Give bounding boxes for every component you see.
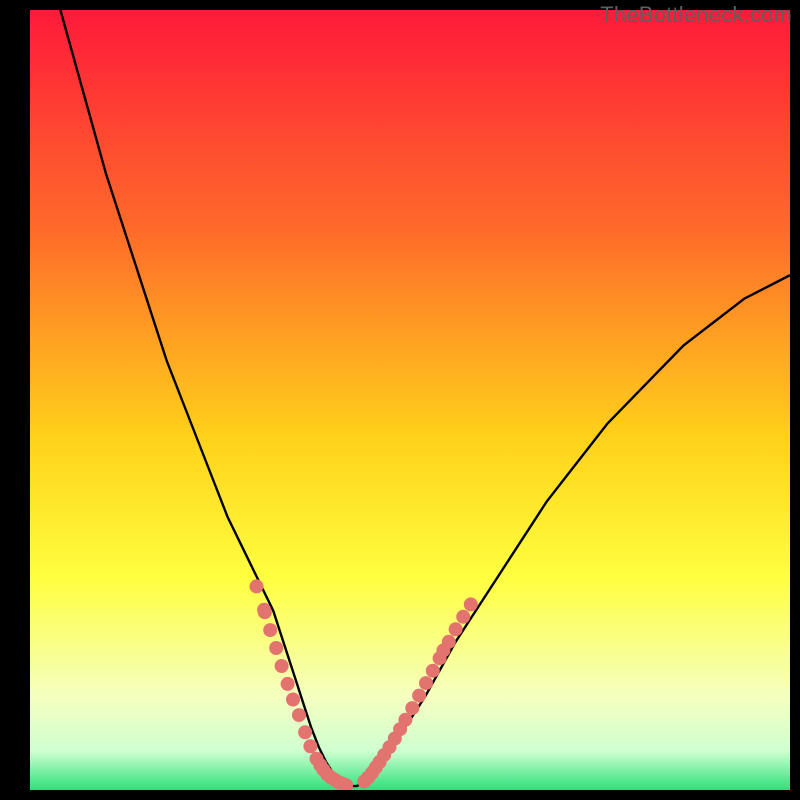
data-dot	[250, 579, 264, 593]
data-dot	[449, 622, 463, 636]
data-dot	[426, 664, 440, 678]
data-dot	[398, 713, 412, 727]
data-dot	[269, 641, 283, 655]
data-dot	[298, 725, 312, 739]
data-dot	[442, 635, 456, 649]
data-dot	[258, 605, 272, 619]
gradient-bg	[30, 10, 790, 790]
data-dot	[275, 659, 289, 673]
data-dot	[263, 623, 277, 637]
data-dot	[412, 689, 426, 703]
data-dot	[281, 677, 295, 691]
data-dot	[456, 610, 470, 624]
attribution-text: TheBottleneck.com	[600, 2, 792, 28]
chart-frame	[30, 10, 790, 790]
data-dot	[303, 739, 317, 753]
data-dot	[405, 701, 419, 715]
data-dot	[464, 597, 478, 611]
data-dot	[286, 693, 300, 707]
chart-svg	[30, 10, 790, 790]
data-dot	[292, 708, 306, 722]
data-dot	[419, 676, 433, 690]
